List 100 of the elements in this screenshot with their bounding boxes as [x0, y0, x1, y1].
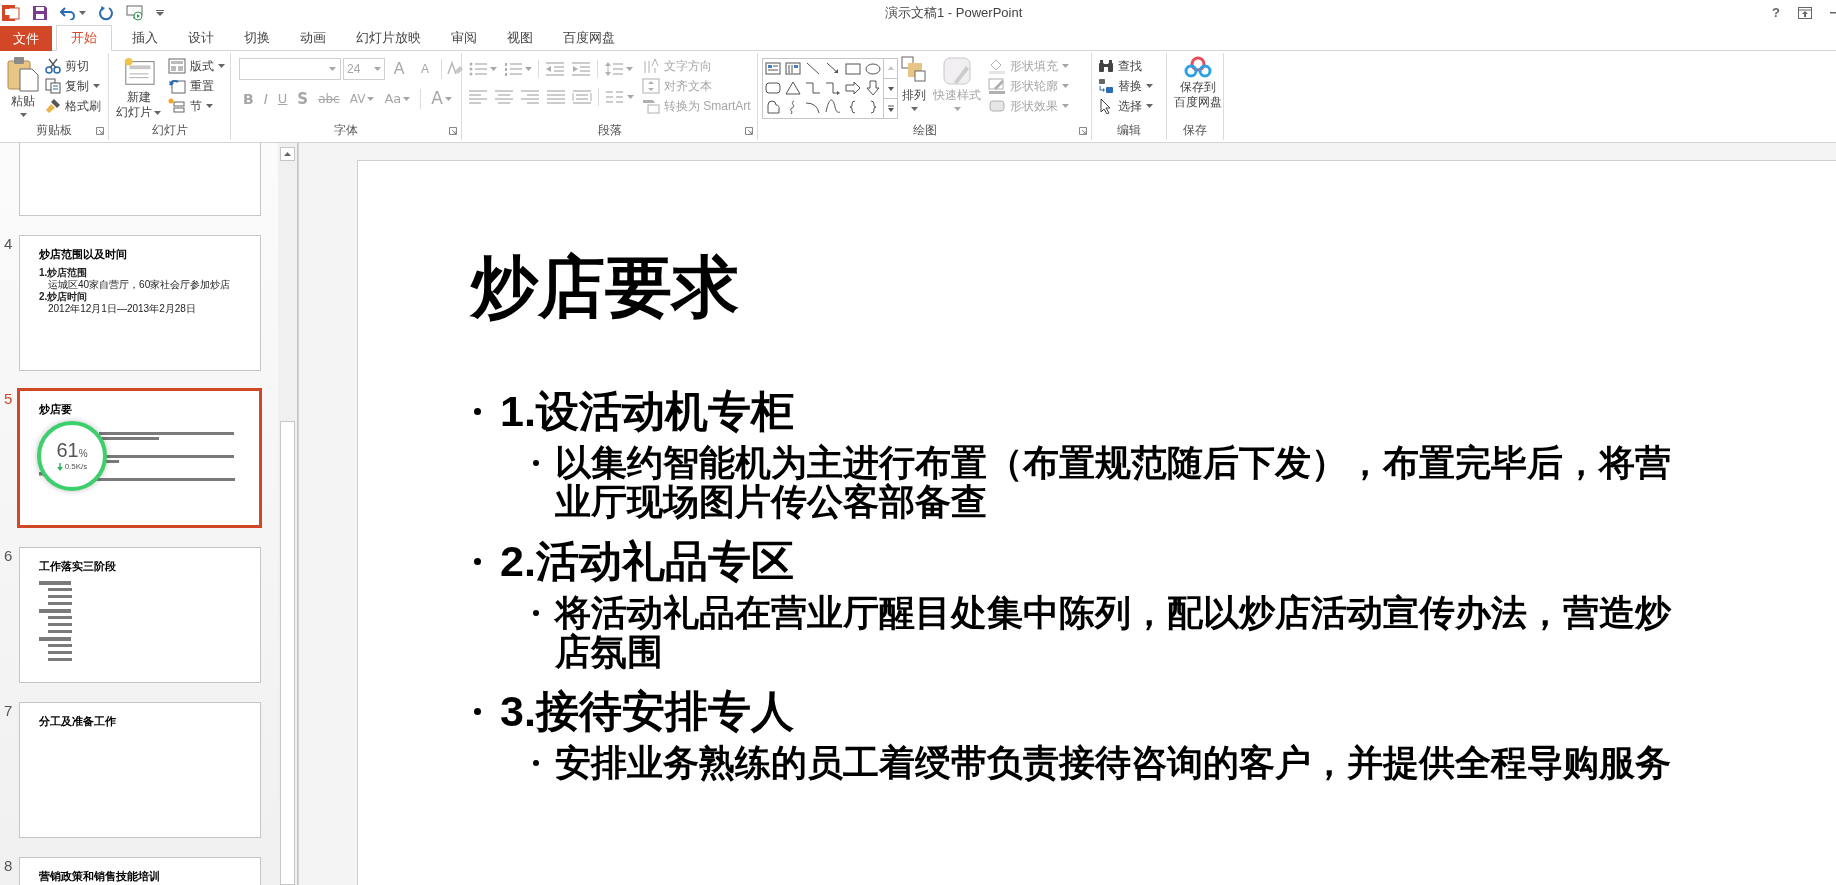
ribbon-tab[interactable]: 切换 [230, 25, 284, 50]
ribbon-tab[interactable]: 幻灯片放映 [342, 25, 435, 50]
percent-text: 61 [56, 439, 79, 461]
ribbon-large-button[interactable]: 粘贴 [4, 56, 42, 120]
customize-icon[interactable] [156, 9, 164, 16]
file-tab[interactable]: 文件 [0, 26, 52, 51]
save-icon[interactable] [32, 4, 48, 21]
right-arrow-icon[interactable] [845, 80, 861, 96]
bullet-icon [533, 460, 539, 466]
group-label: 编辑 [1117, 122, 1141, 139]
window-title: 演示文稿1 - PowerPoint [885, 3, 1023, 22]
scroll-thumb[interactable] [280, 421, 295, 885]
thumbnail-title: 工作落实三阶段 [39, 560, 117, 573]
bullet-icon [474, 557, 481, 565]
numbering-icon[interactable] [503, 61, 523, 77]
thumbnail-bullet: 1.炒店范围 [39, 267, 88, 279]
dialog-launcher-icon[interactable] [96, 127, 104, 135]
ribbon-button[interactable]: 节 [166, 96, 227, 116]
caret-icon [218, 64, 225, 68]
ribbon-button[interactable]: 版式 [166, 56, 227, 76]
dialog-launcher-icon[interactable] [745, 127, 753, 135]
ribbon-tab[interactable]: 插入 [118, 25, 172, 50]
slide-number: 6 [4, 547, 13, 564]
vertical-text-box-icon[interactable] [785, 61, 801, 77]
decrease-indent-icon[interactable] [545, 61, 565, 77]
undo-icon[interactable] [60, 5, 76, 20]
ribbon-large-button[interactable]: 排列 [898, 56, 930, 120]
slideshow-icon[interactable] [126, 3, 144, 22]
triangle-icon[interactable] [785, 80, 801, 96]
down-arrow-icon[interactable] [865, 80, 881, 96]
scroll-up-button[interactable] [280, 147, 295, 161]
effects-icon [988, 98, 1006, 114]
oval-icon[interactable] [865, 61, 881, 77]
replace-icon [1098, 78, 1114, 94]
caret-icon [490, 67, 497, 71]
font-name-field[interactable] [239, 58, 341, 80]
ribbon-tab[interactable]: 审阅 [437, 25, 491, 50]
slide-thumbnail[interactable]: 营销政策和销售技能培训 [19, 857, 261, 885]
curve-icon[interactable] [825, 99, 841, 115]
help-button[interactable]: ? [1772, 2, 1780, 23]
group-label: 幻灯片 [151, 122, 188, 139]
app-logo-icon[interactable] [2, 3, 20, 22]
thumbnail-title: 炒店要 [39, 403, 73, 416]
caret-icon [19, 113, 27, 117]
thumbnail-title: 营销政策和销售技能培训 [39, 870, 161, 883]
increase-indent-icon[interactable] [571, 61, 591, 77]
line-spacing-icon[interactable] [604, 61, 624, 77]
slide-thumbnail[interactable]: 分工及准备工作 [19, 702, 261, 838]
arc-icon[interactable] [805, 99, 821, 115]
redo-icon[interactable] [98, 4, 114, 21]
slide-number: 5 [4, 390, 13, 407]
bullets-icon[interactable] [468, 61, 488, 77]
ribbon-button[interactable]: 复制 [43, 76, 103, 96]
group-label: 段落 [597, 122, 622, 139]
speed-text: 0.5K/s [64, 461, 88, 473]
thumbnail-title: 分工及准备工作 [39, 715, 117, 728]
slide-thumbnail[interactable]: 工作落实三阶段 [19, 547, 261, 683]
slide-sub-bullet: 以集约智能机为主进行布置（布置规范随后下发），布置完毕后，将营业厅现场图片传公客部备查 [555, 443, 1672, 521]
bullet-icon [533, 610, 539, 616]
ribbon-display-icon[interactable] [1798, 6, 1812, 19]
caret-icon [1146, 84, 1153, 88]
ribbon-tab[interactable]: 视图 [493, 25, 547, 50]
ribbon-tab[interactable]: 动画 [286, 25, 340, 50]
group-label: 剪贴板 [36, 122, 72, 139]
ribbon-tab[interactable]: 设计 [174, 25, 228, 50]
slide-thumbnail[interactable]: 炒店范围以及时间 1.炒店范围 运城区40家自营厅，60家社会厅参加炒店 2.炒店时间 2012年12月1日—2013年2月28日 [19, 235, 261, 371]
ribbon-button[interactable]: 重置 [166, 76, 227, 96]
elbow-arrow-icon[interactable] [825, 80, 841, 96]
ribbon-button[interactable]: 查找 [1096, 56, 1155, 76]
caret-icon [1062, 84, 1069, 88]
slide-bullet: 3.接待安排专人 [500, 686, 794, 737]
ribbon-button[interactable]: 剪切 [43, 56, 103, 76]
slide-number: 8 [4, 857, 13, 874]
binoculars-icon [1098, 58, 1114, 74]
reset-icon [168, 78, 186, 94]
download-arrow-icon [56, 463, 63, 471]
ribbon-button[interactable]: 选择 [1096, 96, 1155, 116]
rounded-rectangle-icon[interactable] [765, 80, 781, 96]
ribbon-button[interactable]: 替换 [1096, 76, 1155, 96]
freeform-icon[interactable] [765, 99, 781, 115]
smartart-icon [642, 98, 660, 114]
bullet-icon [474, 707, 481, 715]
minimize-icon[interactable] [1830, 11, 1836, 14]
slide-bullet: 2.活动礼品专区 [500, 536, 794, 587]
line-icon[interactable] [805, 61, 821, 77]
group-label: 字体 [334, 122, 358, 139]
shapes-gallery[interactable] [762, 58, 898, 119]
ribbon-large-button[interactable]: 保存到 百度网盘 [1171, 56, 1225, 120]
slide-bullet: 1.设活动机专柜 [500, 386, 794, 437]
ribbon-large-button[interactable]: 新建 幻灯片 [113, 56, 164, 120]
slide-number: 4 [4, 235, 13, 252]
ribbon-tab[interactable]: 百度网盘 [549, 25, 629, 50]
slide-thumbnail[interactable]: 炒店要 61% 0.5K/s [17, 388, 262, 528]
thumbnail-bullet: 2.炒店时间 [39, 291, 89, 303]
text-box-icon[interactable] [765, 61, 781, 77]
ribbon-button[interactable]: 格式刷 [43, 96, 103, 116]
group-label: 绘图 [912, 122, 937, 139]
caret-icon [1062, 64, 1069, 68]
ribbon-tab[interactable]: 开始 [56, 25, 112, 51]
dialog-launcher-icon[interactable] [1079, 127, 1087, 135]
